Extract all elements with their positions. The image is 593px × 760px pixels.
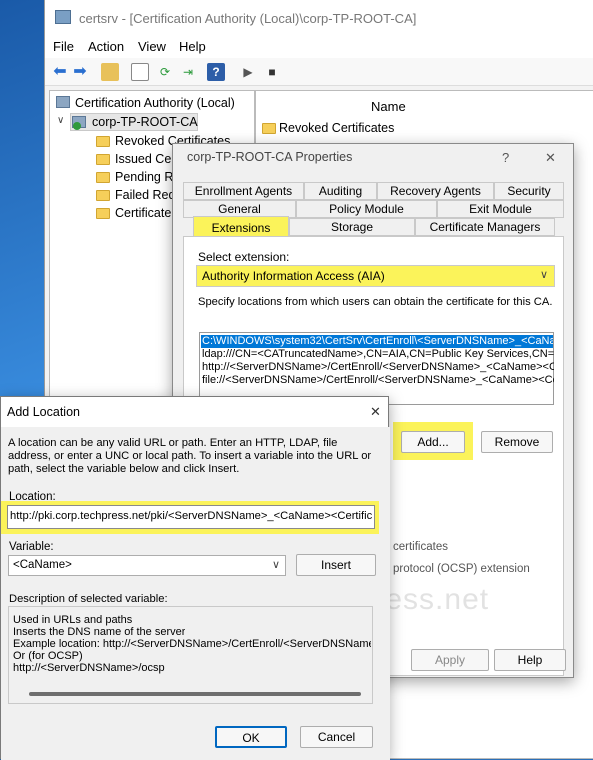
intro-text: A location can be any valid URL or path.… — [8, 437, 372, 475]
description-box: Used in URLs and paths Inserts the DNS n… — [8, 606, 373, 704]
desc-line: Example location: http://<ServerDNSName>… — [13, 638, 371, 650]
tab-certificate-managers[interactable]: Certificate Managers — [415, 218, 555, 236]
folder-icon — [262, 123, 276, 134]
refresh-icon[interactable]: ⟳ — [156, 63, 174, 81]
tab-policy-module[interactable]: Policy Module — [296, 200, 437, 218]
dialog-title: corp-TP-ROOT-CA Properties — [187, 150, 353, 164]
menu-action[interactable]: Action — [88, 39, 124, 54]
help-icon[interactable]: ? — [207, 63, 225, 81]
option-certificates[interactable]: certificates — [393, 541, 448, 553]
folder-icon — [96, 154, 110, 165]
list-item[interactable]: Revoked Certificates — [279, 121, 394, 135]
chevron-down-icon: ∨ — [539, 269, 548, 281]
ca-root-icon — [56, 96, 70, 108]
close-icon[interactable]: ✕ — [370, 404, 381, 420]
mmc-titlebar: certsrv - [Certification Authority (Loca… — [45, 0, 593, 36]
desc-line: Or (for OCSP) — [13, 650, 83, 662]
menu-help[interactable]: Help — [179, 39, 206, 54]
tab-security[interactable]: Security — [494, 182, 564, 200]
desc-line: http://<ServerDNSName>/ocsp — [13, 662, 165, 674]
tree-root-label[interactable]: Certification Authority (Local) — [75, 96, 235, 110]
certsrv-icon — [55, 10, 71, 24]
menu-view[interactable]: View — [138, 39, 166, 54]
extension-select-value: Authority Information Access (AIA) — [202, 269, 385, 283]
chevron-down-icon[interactable]: ∨ — [57, 115, 64, 126]
export-list-icon[interactable]: ⇥ — [179, 63, 197, 81]
back-arrow-icon[interactable]: ⬅ — [51, 63, 69, 81]
specify-text: Specify locations from which users can o… — [198, 296, 553, 308]
variable-select[interactable]: <CaName> ∨ — [8, 555, 286, 576]
horizontal-scrollbar[interactable] — [29, 692, 361, 696]
list-item[interactable]: file://<ServerDNSName>/CertEnroll/<Serve… — [202, 374, 554, 386]
location-input-value: http://pki.corp.techpress.net/pki/<Serve… — [10, 510, 372, 522]
add-location-dialog: Add Location ✕ A location can be any val… — [0, 396, 390, 760]
tab-auditing[interactable]: Auditing — [304, 182, 377, 200]
location-label: Location: — [9, 491, 56, 503]
description-label: Description of selected variable: — [9, 593, 168, 605]
location-input[interactable]: http://pki.corp.techpress.net/pki/<Serve… — [7, 505, 375, 529]
insert-button[interactable]: Insert — [296, 554, 376, 576]
extension-select[interactable]: Authority Information Access (AIA) ∨ — [196, 265, 555, 287]
tab-exit-module[interactable]: Exit Module — [437, 200, 564, 218]
mmc-title: certsrv - [Certification Authority (Loca… — [79, 11, 417, 26]
folder-icon — [96, 172, 110, 183]
list-item[interactable]: http://<ServerDNSName>/CertEnroll/<Serve… — [202, 361, 554, 373]
list-item-selected[interactable]: C:\WINDOWS\system32\CertSrv\CertEnroll\<… — [201, 335, 553, 348]
column-header-name[interactable]: Name — [371, 99, 406, 114]
remove-button[interactable]: Remove — [481, 431, 553, 453]
dialog-title: Add Location — [7, 405, 80, 419]
tree-ca-label[interactable]: corp-TP-ROOT-CA — [92, 115, 198, 129]
toolbar: ⬅ ➡ ⟳ ⇥ ? ▶ ■ — [45, 58, 593, 86]
tab-enrollment-agents[interactable]: Enrollment Agents — [183, 182, 304, 200]
desc-line: Inserts the DNS name of the server — [13, 626, 186, 638]
show-hide-tree-icon[interactable] — [131, 63, 149, 81]
start-service-icon[interactable]: ▶ — [239, 63, 257, 81]
help-button[interactable]: Help — [494, 649, 566, 671]
close-icon[interactable]: ✕ — [545, 150, 556, 166]
location-list[interactable]: C:\WINDOWS\system32\CertSrv\CertEnroll\<… — [199, 332, 554, 405]
chevron-down-icon: ∨ — [271, 559, 280, 571]
list-item[interactable]: ldap:///CN=<CATruncatedName>,CN=AIA,CN=P… — [202, 348, 554, 360]
folder-icon — [96, 208, 110, 219]
folder-icon — [96, 190, 110, 201]
cancel-button[interactable]: Cancel — [300, 726, 373, 748]
desc-line: Used in URLs and paths — [13, 614, 133, 626]
apply-button[interactable]: Apply — [411, 649, 489, 671]
add-button[interactable]: Add... — [401, 431, 465, 453]
select-extension-label: Select extension: — [198, 250, 290, 264]
running-check-icon — [73, 122, 81, 130]
ok-button[interactable]: OK — [215, 726, 287, 748]
stop-service-icon[interactable]: ■ — [263, 63, 281, 81]
up-folder-icon[interactable] — [101, 63, 119, 81]
variable-select-value: <CaName> — [13, 559, 72, 571]
help-icon[interactable]: ? — [502, 150, 509, 165]
tab-recovery-agents[interactable]: Recovery Agents — [377, 182, 494, 200]
menu-file[interactable]: File — [53, 39, 74, 54]
folder-icon — [96, 136, 110, 147]
menu-bar: File Action View Help — [45, 36, 593, 58]
option-ocsp[interactable]: protocol (OCSP) extension — [393, 563, 530, 575]
tab-storage[interactable]: Storage — [289, 218, 415, 236]
forward-arrow-icon[interactable]: ➡ — [71, 63, 89, 81]
variable-label: Variable: — [9, 541, 54, 553]
